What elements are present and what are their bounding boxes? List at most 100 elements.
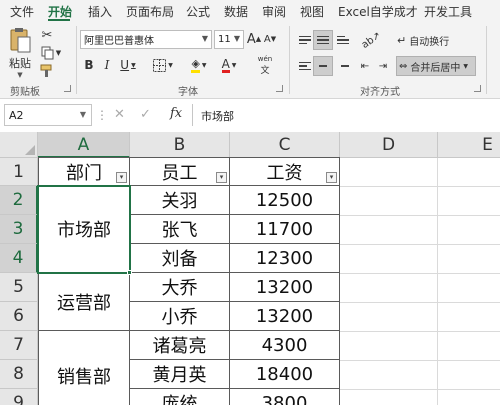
formula-bar-grip-icon[interactable]: ⋮ bbox=[96, 108, 108, 122]
fill-bucket-icon: ◈ bbox=[191, 57, 200, 73]
department-cell-sales[interactable]: 销售部 bbox=[38, 331, 130, 405]
paste-button[interactable]: 粘贴 ▼ bbox=[6, 24, 34, 82]
employee-cell[interactable]: 黄月英 bbox=[130, 360, 230, 389]
tab-excel-self-study[interactable]: Excel自学成才 bbox=[338, 3, 418, 20]
align-right-button[interactable] bbox=[333, 56, 353, 76]
cancel-entry-button[interactable]: ✕ bbox=[114, 107, 125, 122]
chevron-down-icon[interactable]: ▼ bbox=[463, 63, 468, 70]
department-cell-operations[interactable]: 运营部 bbox=[38, 273, 130, 331]
tab-data[interactable]: 数据 bbox=[224, 3, 248, 20]
phonetic-guide-button[interactable]: wén 文 bbox=[252, 54, 278, 76]
tab-view[interactable]: 视图 bbox=[300, 3, 324, 20]
employee-cell[interactable]: 刘备 bbox=[130, 244, 230, 273]
header-cell-employee[interactable]: 员工 ▾ bbox=[130, 157, 230, 186]
header-cell-department[interactable]: 部门 ▾ bbox=[38, 157, 130, 186]
insert-function-button[interactable]: fx bbox=[170, 106, 182, 121]
confirm-entry-button[interactable]: ✓ bbox=[140, 107, 151, 122]
orientation-button[interactable]: ab↗ bbox=[358, 30, 384, 51]
row-header-5[interactable]: 5 bbox=[0, 273, 38, 302]
wrap-text-label: 自动换行 bbox=[409, 36, 450, 48]
chevron-down-icon: ▼ bbox=[233, 34, 240, 43]
copy-dropdown-icon[interactable]: ▼ bbox=[56, 49, 61, 57]
align-center-button[interactable] bbox=[313, 56, 333, 76]
underline-button[interactable]: U ▼ bbox=[116, 56, 140, 74]
row-header-7[interactable]: 7 bbox=[0, 331, 38, 360]
filter-dropdown-icon[interactable]: ▾ bbox=[116, 172, 127, 183]
filter-dropdown-icon[interactable]: ▾ bbox=[326, 172, 337, 183]
format-painter-button[interactable] bbox=[38, 62, 56, 80]
empty-column-d[interactable] bbox=[340, 158, 438, 405]
tab-review[interactable]: 审阅 bbox=[262, 3, 286, 20]
decrease-font-button[interactable]: A ▼ bbox=[263, 30, 277, 48]
column-header-b[interactable]: B bbox=[130, 132, 230, 158]
employee-cell[interactable]: 庞统 bbox=[130, 389, 230, 405]
empty-column-e[interactable] bbox=[438, 158, 500, 405]
italic-button[interactable]: I bbox=[100, 56, 114, 74]
wrap-text-button[interactable]: ↵ 自动换行 bbox=[396, 30, 458, 50]
row-header-6[interactable]: 6 bbox=[0, 302, 38, 331]
department-cell-market[interactable]: 市场部 bbox=[38, 186, 130, 273]
salary-cell[interactable]: 11700 bbox=[230, 215, 340, 244]
align-top-button[interactable] bbox=[295, 30, 315, 50]
cut-button[interactable]: ✂ bbox=[38, 26, 56, 44]
bold-button[interactable]: B bbox=[82, 56, 96, 74]
tab-home[interactable]: 开始 bbox=[48, 3, 72, 20]
column-header-c[interactable]: C bbox=[230, 132, 340, 158]
salary-cell[interactable]: 3800 bbox=[230, 389, 340, 405]
column-header-a[interactable]: A bbox=[38, 132, 130, 158]
fill-color-button[interactable]: ◈ ▼ bbox=[186, 56, 212, 74]
row-header-1[interactable]: 1 bbox=[0, 158, 38, 186]
clipboard-launcher-icon[interactable] bbox=[64, 85, 71, 92]
name-box[interactable]: A2 ▼ bbox=[4, 104, 92, 126]
copy-button[interactable]: ▼ bbox=[38, 44, 64, 62]
employee-cell[interactable]: 大乔 bbox=[130, 273, 230, 302]
font-size-select[interactable]: 11 ▼ bbox=[214, 30, 244, 49]
merge-center-button[interactable]: ⇔ 合并后居中 ▼ bbox=[396, 56, 476, 76]
employee-cell[interactable]: 关羽 bbox=[130, 186, 230, 215]
salary-cell[interactable]: 13200 bbox=[230, 302, 340, 331]
tab-insert[interactable]: 插入 bbox=[88, 3, 112, 20]
column-header-d[interactable]: D bbox=[340, 132, 438, 158]
employee-cell[interactable]: 小乔 bbox=[130, 302, 230, 331]
tab-developer[interactable]: 开发工具 bbox=[424, 3, 472, 20]
column-header-e[interactable]: E bbox=[438, 132, 500, 158]
tab-page-layout[interactable]: 页面布局 bbox=[126, 3, 174, 20]
salary-cell[interactable]: 4300 bbox=[230, 331, 340, 360]
salary-cell[interactable]: 13200 bbox=[230, 273, 340, 302]
borders-button[interactable]: ▼ bbox=[150, 56, 176, 74]
filter-dropdown-icon[interactable]: ▾ bbox=[216, 172, 227, 183]
row-header-3[interactable]: 3 bbox=[0, 215, 38, 244]
row-header-9[interactable]: 9 bbox=[0, 389, 38, 405]
paste-dropdown-icon[interactable]: ▼ bbox=[17, 71, 22, 79]
row-header-4[interactable]: 4 bbox=[0, 244, 38, 273]
font-color-button[interactable]: A ▼ bbox=[216, 56, 242, 74]
clipboard-group-label: 剪贴板 bbox=[10, 87, 40, 98]
alignment-group-label: 对齐方式 bbox=[360, 87, 400, 98]
alignment-launcher-icon[interactable] bbox=[474, 85, 481, 92]
salary-cell[interactable]: 18400 bbox=[230, 360, 340, 389]
fill-handle[interactable] bbox=[127, 270, 132, 275]
font-name-select[interactable]: 阿里巴巴普惠体 ▼ bbox=[80, 30, 212, 49]
row-header-2[interactable]: 2 bbox=[0, 186, 38, 215]
align-left-icon bbox=[299, 61, 311, 71]
select-all-button[interactable] bbox=[0, 132, 38, 158]
formula-content: 市场部 bbox=[201, 110, 234, 123]
font-launcher-icon[interactable] bbox=[276, 85, 283, 92]
align-bottom-button[interactable] bbox=[333, 30, 353, 50]
row-header-8[interactable]: 8 bbox=[0, 360, 38, 389]
employee-cell[interactable]: 张飞 bbox=[130, 215, 230, 244]
increase-indent-button[interactable]: ⇥ bbox=[374, 56, 392, 76]
tab-file[interactable]: 文件 bbox=[10, 3, 34, 20]
decrease-indent-button[interactable]: ⇤ bbox=[356, 56, 374, 76]
increase-font-button[interactable]: A ▲ bbox=[247, 30, 261, 48]
align-middle-button[interactable] bbox=[313, 30, 333, 50]
formula-input[interactable]: 市场部 bbox=[192, 104, 500, 126]
employee-cell[interactable]: 诸葛亮 bbox=[130, 331, 230, 360]
salary-cell[interactable]: 12300 bbox=[230, 244, 340, 273]
align-left-button[interactable] bbox=[295, 56, 315, 76]
salary-cell[interactable]: 12500 bbox=[230, 186, 340, 215]
tab-formulas[interactable]: 公式 bbox=[186, 3, 210, 20]
italic-icon: I bbox=[104, 58, 110, 72]
borders-icon bbox=[153, 58, 167, 72]
header-cell-salary[interactable]: 工资 ▾ bbox=[230, 157, 340, 186]
